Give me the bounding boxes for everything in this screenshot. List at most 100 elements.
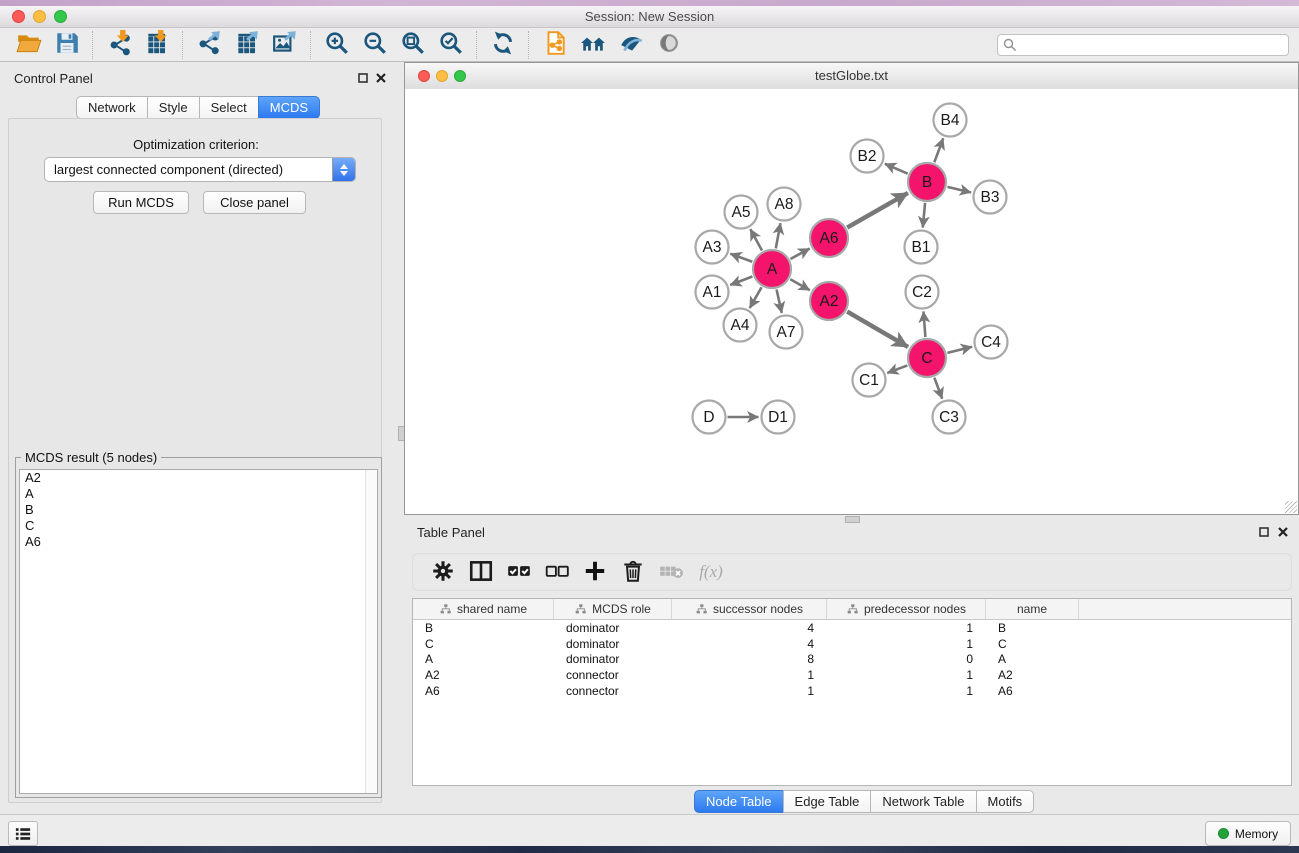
close-panel-button[interactable]: Close panel — [203, 191, 306, 214]
add-button[interactable] — [577, 557, 613, 587]
graph-node-C[interactable]: C — [908, 339, 946, 377]
zoom-fit-button[interactable] — [394, 30, 432, 60]
unselect-all-button[interactable] — [539, 557, 575, 587]
graph-edge-A-A5 — [750, 229, 762, 250]
mcds-result-list[interactable]: A2ABCA6 — [19, 469, 378, 794]
graph-node-B4[interactable]: B4 — [934, 104, 967, 137]
table-row[interactable]: Bdominator41B — [413, 620, 1291, 636]
criterion-dropdown[interactable]: largest connected component (directed) — [44, 157, 356, 182]
graph-node-A1[interactable]: A1 — [696, 276, 729, 309]
svg-text:C4: C4 — [981, 334, 1001, 351]
refresh-button[interactable] — [484, 30, 522, 60]
splitter-grip-bottom[interactable] — [845, 516, 860, 523]
graph-node-B1[interactable]: B1 — [905, 231, 938, 264]
graph-node-B3[interactable]: B3 — [974, 181, 1007, 214]
memory-label: Memory — [1235, 827, 1278, 841]
cell-MCDS-role: connector — [554, 668, 672, 682]
column-header-MCDS-role[interactable]: MCDS role — [554, 599, 672, 619]
graph-node-A5[interactable]: A5 — [725, 196, 758, 229]
graph-node-A4[interactable]: A4 — [724, 309, 757, 342]
column-header-successor-nodes[interactable]: successor nodes — [672, 599, 827, 619]
import-table-button[interactable] — [138, 30, 176, 60]
svg-text:A8: A8 — [775, 196, 794, 213]
table-row[interactable]: A2connector11A2 — [413, 667, 1291, 683]
result-list-item[interactable]: B — [20, 502, 377, 518]
network-file-button[interactable] — [536, 30, 574, 60]
cell-successor-nodes: 4 — [672, 621, 827, 635]
tab-style[interactable]: Style — [147, 96, 200, 119]
hierarchy-icon — [439, 603, 452, 616]
result-list-item[interactable]: C — [20, 518, 377, 534]
close-panel-icon-button[interactable] — [374, 71, 388, 85]
task-history-button[interactable] — [8, 821, 38, 846]
graph-node-A7[interactable]: A7 — [770, 316, 803, 349]
run-mcds-button[interactable]: Run MCDS — [93, 191, 189, 214]
zoom-selected-button[interactable] — [432, 30, 470, 60]
table-tab-network-table[interactable]: Network Table — [870, 790, 976, 813]
graph-node-A6[interactable]: A6 — [810, 219, 848, 257]
cell-predecessor-nodes: 1 — [827, 621, 986, 635]
graph-node-C4[interactable]: C4 — [975, 326, 1008, 359]
column-header-predecessor-nodes[interactable]: predecessor nodes — [827, 599, 986, 619]
graph-node-C1[interactable]: C1 — [853, 364, 886, 397]
result-list-item[interactable]: A2 — [20, 470, 377, 486]
graph-node-B[interactable]: B — [908, 163, 946, 201]
column-header-name[interactable]: name — [986, 599, 1079, 619]
settings-gear-button[interactable] — [425, 557, 461, 587]
close-icon — [1278, 527, 1288, 537]
refresh-icon — [490, 30, 516, 59]
open-file-button[interactable] — [10, 30, 48, 60]
tab-mcds[interactable]: MCDS — [258, 96, 320, 119]
network-window-titlebar[interactable]: testGlobe.txt — [405, 63, 1298, 90]
table-tab-edge-table[interactable]: Edge Table — [783, 790, 872, 813]
window-titlebar[interactable]: Session: New Session — [0, 6, 1299, 28]
column-header-shared-name[interactable]: shared name — [413, 599, 554, 619]
table-tab-motifs[interactable]: Motifs — [976, 790, 1035, 813]
graph-node-B2[interactable]: B2 — [851, 140, 884, 173]
result-list-scrollbar[interactable] — [365, 470, 377, 793]
network-canvas[interactable]: B4 B2 B B3 A8 A5 A6 A3 B1 A A1 C2 A2 A4 A7 C4 C C1 C3 D D1 — [405, 89, 1298, 514]
hierarchy-icon — [695, 603, 708, 616]
tab-network[interactable]: Network — [76, 96, 148, 119]
export-network-button[interactable] — [190, 30, 228, 60]
result-list-item[interactable]: A6 — [20, 534, 377, 550]
save-session-button[interactable] — [48, 30, 86, 60]
table-row[interactable]: Adominator80A — [413, 652, 1291, 668]
delete-icon — [620, 558, 646, 587]
memory-button[interactable]: Memory — [1205, 821, 1291, 846]
graph-node-C2[interactable]: C2 — [906, 276, 939, 309]
table-tabs: Node TableEdge TableNetwork TableMotifs — [694, 790, 1034, 813]
import-network-button[interactable] — [100, 30, 138, 60]
desktop-strip-bottom — [0, 846, 1299, 853]
float-panel-button[interactable] — [356, 71, 370, 85]
first-neighbors-button[interactable] — [574, 30, 612, 60]
hide-panel-button[interactable] — [612, 30, 650, 60]
graph-node-A[interactable]: A — [753, 250, 791, 288]
columns-button[interactable] — [463, 557, 499, 587]
graph-node-D[interactable]: D — [693, 401, 726, 434]
graph-node-C3[interactable]: C3 — [933, 401, 966, 434]
export-image-button[interactable] — [266, 30, 304, 60]
graph-node-A8[interactable]: A8 — [768, 188, 801, 221]
delete-button[interactable] — [615, 557, 651, 587]
export-table-button[interactable] — [228, 30, 266, 60]
table-float-panel-button[interactable] — [1257, 525, 1271, 539]
zoom-out-button[interactable] — [356, 30, 394, 60]
table-close-panel-button[interactable] — [1276, 525, 1290, 539]
table-tab-node-table[interactable]: Node Table — [694, 790, 784, 813]
graph-node-D1[interactable]: D1 — [762, 401, 795, 434]
search-input[interactable] — [997, 34, 1289, 56]
select-all-button[interactable] — [501, 557, 537, 587]
eye-button[interactable] — [650, 30, 688, 60]
graph-node-A2[interactable]: A2 — [810, 282, 848, 320]
graph-node-A3[interactable]: A3 — [696, 231, 729, 264]
tab-select[interactable]: Select — [199, 96, 259, 119]
network-resize-handle[interactable] — [1285, 501, 1297, 513]
svg-text:B1: B1 — [912, 239, 931, 256]
table-row[interactable]: A6connector11A6 — [413, 683, 1291, 699]
close-icon — [376, 73, 386, 83]
result-list-item[interactable]: A — [20, 486, 377, 502]
graph-edge-B-B3 — [947, 187, 971, 193]
table-row[interactable]: Cdominator41C — [413, 636, 1291, 652]
zoom-in-button[interactable] — [318, 30, 356, 60]
